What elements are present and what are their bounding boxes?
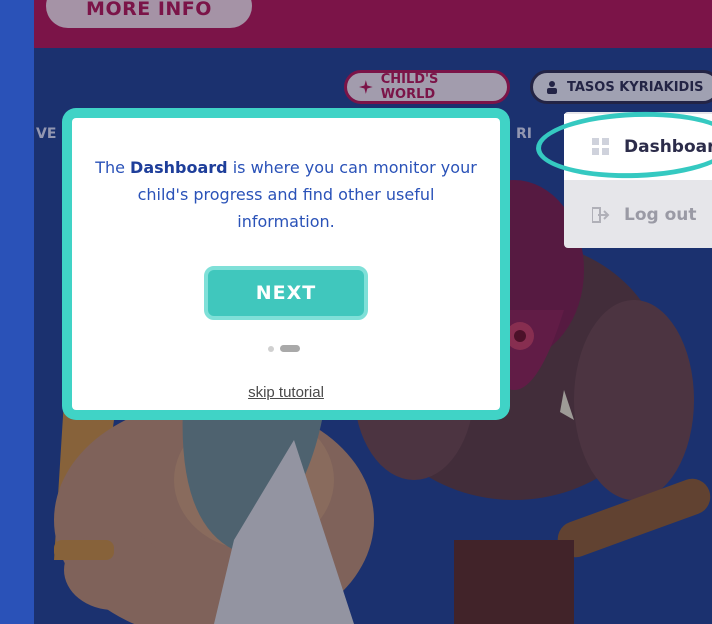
tutorial-text-start: The	[95, 158, 131, 177]
next-button-label: NEXT	[255, 282, 317, 304]
skip-tutorial-link[interactable]: skip tutorial	[72, 384, 500, 401]
step-dot-1	[268, 345, 274, 352]
logout-icon	[592, 207, 610, 223]
tutorial-message: The Dashboard is where you can monitor y…	[92, 154, 480, 235]
menu-item-logout[interactable]: Log out	[564, 182, 712, 248]
step-indicator	[268, 345, 300, 352]
step-dot-2	[280, 345, 300, 352]
tutorial-text-highlight: Dashboard	[130, 158, 228, 177]
tutorial-modal-body: The Dashboard is where you can monitor y…	[72, 118, 500, 410]
tutorial-modal: The Dashboard is where you can monitor y…	[62, 108, 510, 420]
next-button[interactable]: NEXT	[204, 266, 368, 320]
menu-item-logout-label: Log out	[624, 205, 697, 225]
